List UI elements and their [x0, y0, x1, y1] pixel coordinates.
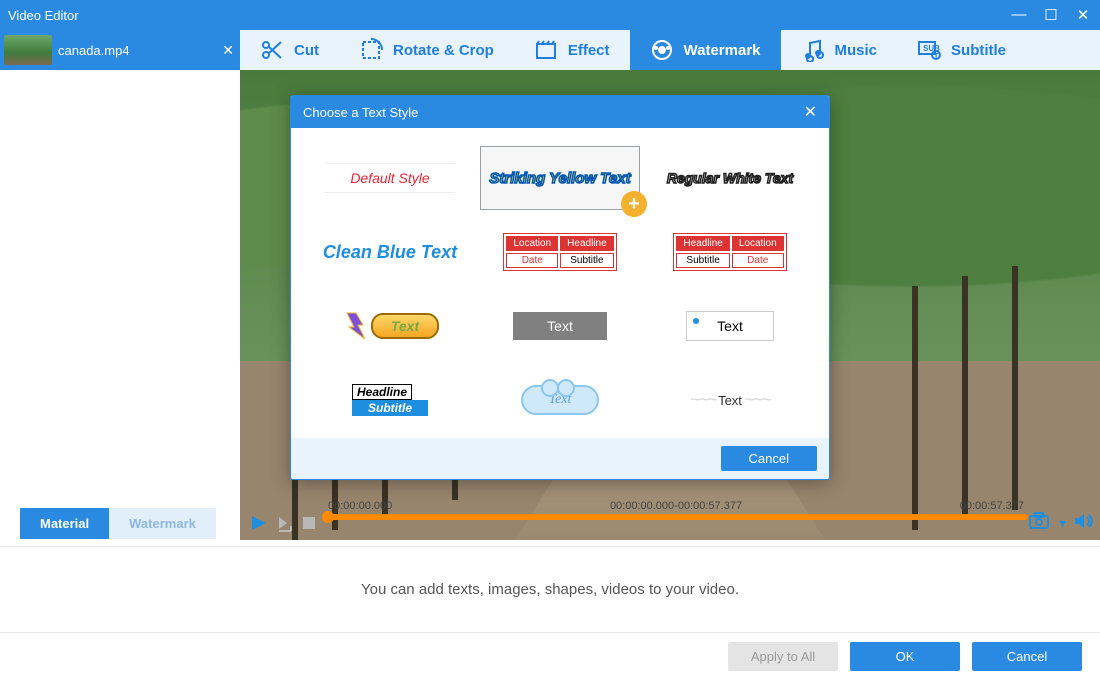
style-headline-subtitle[interactable]: HeadlineSubtitle — [310, 368, 470, 432]
style-gold-badge[interactable]: Text — [310, 294, 470, 358]
tool-label: Music — [835, 42, 878, 59]
main-area: Choose a Text Style ✕ Default Style Stri… — [0, 70, 1100, 540]
scissors-icon — [260, 38, 284, 62]
crop-rotate-icon — [359, 38, 383, 62]
watermark-icon — [650, 38, 674, 62]
time-labels: 00:00:00.000 00:00:00.000-00:00:57.377 0… — [246, 500, 1098, 514]
top-strip: canada.mp4 ✕ Cut Rotate & Crop Effect Wa… — [0, 30, 1100, 70]
cancel-button[interactable]: Cancel — [972, 642, 1082, 671]
style-plain-box[interactable]: Text — [650, 294, 810, 358]
maximize-button[interactable]: ☐ — [1042, 6, 1060, 24]
tool-music[interactable]: Music — [781, 30, 898, 70]
lower-tabs: Material Watermark — [20, 508, 216, 539]
left-pane — [0, 70, 240, 540]
style-red-table-left[interactable]: LocationHeadlineDateSubtitle — [480, 220, 640, 284]
hint-text: You can add texts, images, shapes, video… — [361, 581, 739, 598]
time-start: 00:00:00.000 — [328, 500, 392, 512]
toolbar: Cut Rotate & Crop Effect Watermark Music… — [240, 30, 1100, 70]
modal-cancel-button[interactable]: Cancel — [721, 446, 817, 471]
time-end: 00:00:57.377 — [960, 500, 1024, 512]
file-name: canada.mp4 — [58, 43, 130, 58]
style-gray-box[interactable]: Text — [480, 294, 640, 358]
tool-label: Effect — [568, 42, 610, 59]
file-thumbnail — [4, 35, 52, 65]
app-title: Video Editor — [8, 8, 79, 23]
tool-watermark[interactable]: Watermark — [630, 30, 781, 70]
tool-subtitle[interactable]: SUBT Subtitle — [897, 30, 1026, 70]
svg-text:T: T — [934, 53, 939, 60]
timeline-track[interactable] — [326, 514, 1028, 520]
text-style-modal: Choose a Text Style ✕ Default Style Stri… — [290, 95, 830, 480]
tool-rotate-crop[interactable]: Rotate & Crop — [339, 30, 514, 70]
tab-material[interactable]: Material — [20, 508, 109, 539]
subtitle-icon: SUBT — [917, 38, 941, 62]
style-striking-yellow[interactable]: Striking Yellow Text — [480, 146, 640, 210]
style-wreath[interactable]: Text — [650, 368, 810, 432]
style-cloud[interactable]: Text — [480, 368, 640, 432]
modal-close-button[interactable]: ✕ — [804, 102, 817, 122]
file-tab-close-button[interactable]: ✕ — [216, 42, 240, 59]
file-tab-bar: canada.mp4 ✕ — [0, 30, 240, 70]
step-button[interactable] — [276, 514, 294, 532]
tool-cut[interactable]: Cut — [240, 30, 339, 70]
music-icon — [801, 38, 825, 62]
modal-footer: Cancel — [291, 438, 829, 479]
effect-icon — [534, 38, 558, 62]
modal-titlebar: Choose a Text Style ✕ — [291, 96, 829, 128]
video-preview[interactable]: Choose a Text Style ✕ Default Style Stri… — [240, 70, 1100, 540]
snapshot-button[interactable] — [1029, 512, 1051, 535]
play-controls — [250, 514, 316, 532]
modal-title: Choose a Text Style — [303, 105, 418, 120]
tab-watermark[interactable]: Watermark — [109, 508, 216, 539]
text-styles-grid: Default Style Striking Yellow Text Regul… — [291, 128, 829, 438]
window-controls: — ☐ ✕ — [1010, 6, 1092, 24]
ok-button[interactable]: OK — [850, 642, 960, 671]
apply-to-all-button[interactable]: Apply to All — [728, 642, 838, 671]
title-bar: Video Editor — ☐ ✕ — [0, 0, 1100, 30]
play-button[interactable] — [250, 514, 268, 532]
dropdown-icon[interactable]: ▼ — [1057, 518, 1068, 530]
tool-label: Cut — [294, 42, 319, 59]
style-clean-blue[interactable]: Clean Blue Text — [310, 220, 470, 284]
playback-bar: 00:00:00.000 00:00:00.000-00:00:57.377 0… — [246, 500, 1098, 540]
playhead[interactable] — [322, 511, 334, 523]
volume-button[interactable] — [1074, 512, 1094, 535]
right-controls: ▼ — [1029, 512, 1094, 535]
tool-label: Watermark — [684, 42, 761, 59]
style-regular-white[interactable]: Regular White Text — [650, 146, 810, 210]
tool-label: Subtitle — [951, 42, 1006, 59]
file-tab[interactable]: canada.mp4 — [0, 30, 216, 70]
style-red-table-right[interactable]: HeadlineLocationSubtitleDate — [650, 220, 810, 284]
bolt-icon — [341, 311, 371, 341]
stop-button[interactable] — [302, 516, 316, 530]
style-default[interactable]: Default Style — [310, 146, 470, 210]
bottom-bar: Apply to All OK Cancel — [0, 632, 1100, 680]
time-range: 00:00:00.000-00:00:57.377 — [610, 500, 742, 512]
close-button[interactable]: ✕ — [1074, 6, 1092, 24]
hint-area: You can add texts, images, shapes, video… — [0, 546, 1100, 632]
minimize-button[interactable]: — — [1010, 6, 1028, 24]
tool-label: Rotate & Crop — [393, 42, 494, 59]
tool-effect[interactable]: Effect — [514, 30, 630, 70]
